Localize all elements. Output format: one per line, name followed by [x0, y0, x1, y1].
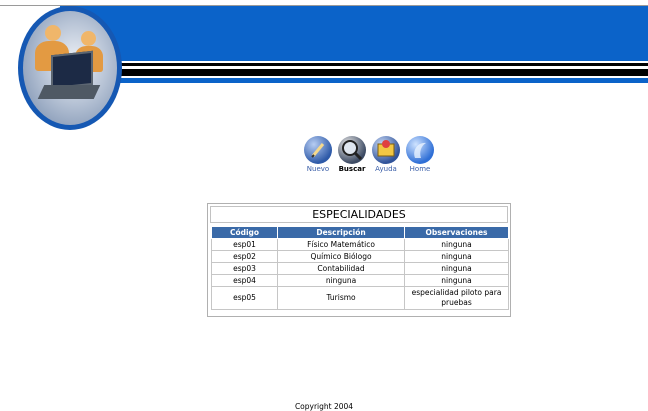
laptop-base [37, 85, 101, 99]
person-head [81, 31, 96, 46]
panel-title: ESPECIALIDADES [210, 206, 508, 223]
cell-codigo: esp04 [210, 274, 279, 287]
buscar-label: Buscar [338, 165, 366, 173]
ayuda-label: Ayuda [375, 165, 397, 173]
toolbar: Nuevo Buscar Ayuda Home [302, 136, 438, 178]
column-header-codigo[interactable]: Código [210, 226, 279, 239]
cell-observaciones: ninguna [404, 262, 509, 275]
cell-observaciones: ninguna [404, 274, 509, 287]
header-stripes [60, 61, 648, 83]
cell-observaciones: especialidad piloto para pruebas [404, 286, 509, 310]
especialidades-panel: ESPECIALIDADES Código Descripción Observ… [207, 203, 511, 317]
cell-descripcion: ninguna [277, 274, 406, 287]
stripe [60, 69, 648, 76]
help-icon [372, 136, 400, 164]
cell-codigo: esp03 [210, 262, 279, 275]
home-icon [406, 136, 434, 164]
table-row[interactable]: esp03 Contabilidad ninguna [210, 262, 509, 275]
cell-descripcion: Turismo [277, 286, 406, 310]
home-button[interactable]: Home [404, 136, 436, 173]
cell-codigo: esp02 [210, 250, 279, 263]
column-header-observaciones[interactable]: Observaciones [404, 226, 509, 239]
table-row[interactable]: esp05 Turismo especialidad piloto para p… [210, 286, 509, 310]
nuevo-button[interactable]: Nuevo [302, 136, 334, 173]
search-icon [338, 136, 366, 164]
home-label: Home [409, 165, 431, 173]
table-row[interactable]: esp04 ninguna ninguna [210, 274, 509, 287]
stripe [60, 63, 648, 66]
column-header-descripcion[interactable]: Descripción [277, 226, 406, 239]
cell-observaciones: ninguna [404, 238, 509, 251]
cell-descripcion: Químico Biólogo [277, 250, 406, 263]
table-header-row: Código Descripción Observaciones [210, 226, 509, 239]
ayuda-button[interactable]: Ayuda [370, 136, 402, 173]
header-banner [60, 6, 648, 61]
person-head [45, 25, 61, 41]
logo-illustration [23, 11, 117, 125]
especialidades-table: Código Descripción Observaciones esp01 F… [210, 226, 509, 310]
pencil-icon [304, 136, 332, 164]
buscar-button[interactable]: Buscar [336, 136, 368, 173]
laptop-icon [51, 50, 93, 90]
table-row[interactable]: esp01 Físico Matemático ninguna [210, 238, 509, 251]
cell-descripcion: Físico Matemático [277, 238, 406, 251]
nuevo-label: Nuevo [306, 165, 330, 173]
cell-descripcion: Contabilidad [277, 262, 406, 275]
cell-codigo: esp01 [210, 238, 279, 251]
cell-observaciones: ninguna [404, 250, 509, 263]
stripe [60, 78, 648, 83]
cell-codigo: esp05 [210, 286, 279, 310]
table-row[interactable]: esp02 Químico Biólogo ninguna [210, 250, 509, 263]
